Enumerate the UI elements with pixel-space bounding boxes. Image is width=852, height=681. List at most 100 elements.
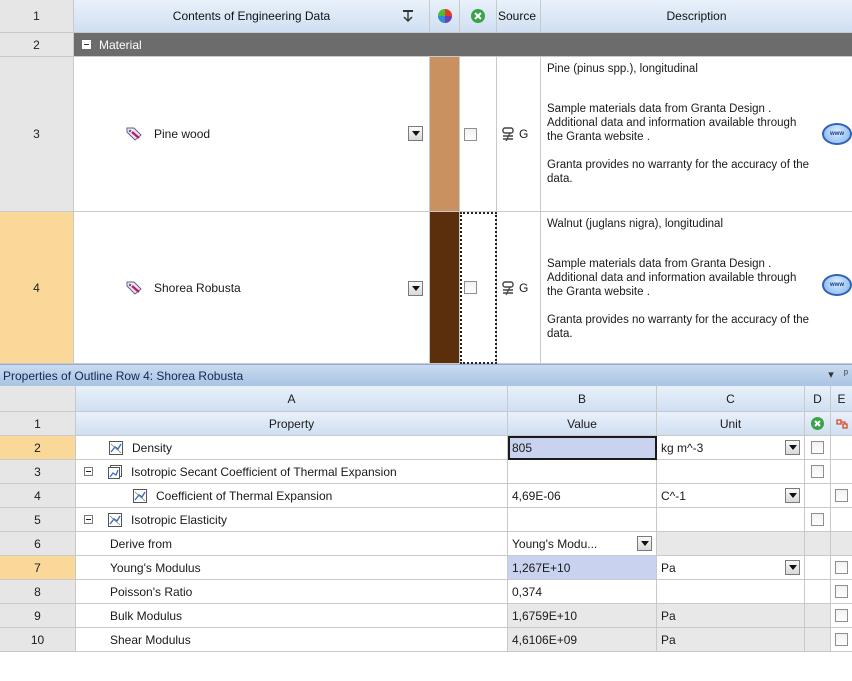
material-dropdown-button[interactable] (408, 126, 423, 141)
property-row-derive-from[interactable]: 6 Derive from Young's Modu... (0, 532, 852, 556)
suppress-checkbox[interactable] (811, 465, 824, 478)
parameter-cell[interactable] (831, 628, 852, 652)
property-unit-cell[interactable]: C^-1 (657, 484, 805, 508)
pin-icon[interactable]: ᵖ (844, 368, 848, 381)
suppress-checkbox[interactable] (464, 281, 477, 294)
collapse-icon[interactable] (84, 515, 93, 524)
collapse-icon[interactable] (82, 40, 91, 49)
parameter-checkbox[interactable] (835, 585, 848, 598)
parameter-cell[interactable] (831, 556, 852, 580)
parameter-column-header[interactable] (831, 412, 852, 436)
material-color-swatch[interactable] (430, 57, 460, 212)
property-unit-cell[interactable]: kg m^-3 (657, 436, 805, 460)
property-value-cell[interactable] (508, 508, 657, 532)
unit-dropdown-button[interactable] (785, 440, 800, 455)
unit-text: Pa (661, 560, 676, 575)
property-value-cell[interactable]: 4,69E-06 (508, 484, 657, 508)
column-letter-c[interactable]: C (657, 386, 805, 412)
column-header-color[interactable] (430, 0, 460, 33)
material-name-cell[interactable]: Shorea Robusta (74, 212, 430, 364)
property-value-cell[interactable]: 1,267E+10 (508, 556, 657, 580)
property-name-cell[interactable]: Isotropic Secant Coefficient of Thermal … (76, 460, 508, 484)
unit-dropdown-button[interactable] (785, 488, 800, 503)
property-unit-cell: Pa (657, 628, 805, 652)
property-column-header[interactable]: Property (76, 412, 508, 436)
unit-dropdown-button[interactable] (785, 560, 800, 575)
www-link-icon[interactable]: www (822, 274, 852, 296)
source-cell[interactable]: G (497, 212, 541, 364)
material-row-shorea-robusta[interactable]: 4 Shorea Robusta G Walnut (juglans nigra… (0, 212, 852, 364)
row-number: 6 (0, 532, 76, 556)
property-row-shear-modulus[interactable]: 10 Shear Modulus 4,6106E+09 Pa (0, 628, 852, 652)
derive-from-value: Young's Modu... (512, 536, 598, 551)
column-letter-a[interactable]: A (76, 386, 508, 412)
collapse-icon[interactable] (84, 467, 93, 476)
suppress-x-icon (811, 417, 824, 430)
parameter-checkbox[interactable] (835, 489, 848, 502)
parameter-cell[interactable] (831, 580, 852, 604)
derive-from-select[interactable]: Young's Modu... (508, 532, 657, 556)
sort-icon[interactable] (401, 9, 415, 23)
column-header-suppress[interactable] (460, 0, 497, 33)
parameter-checkbox[interactable] (835, 561, 848, 574)
parameter-cell[interactable] (831, 436, 852, 460)
parameter-cell (831, 460, 852, 484)
suppress-cell[interactable] (805, 508, 831, 532)
suppress-cell[interactable] (805, 460, 831, 484)
property-name-cell[interactable]: Density (76, 436, 508, 460)
www-link-icon[interactable]: www (822, 123, 852, 145)
property-value-cell[interactable] (508, 460, 657, 484)
property-row-youngs-modulus[interactable]: 7 Young's Modulus 1,267E+10 Pa (0, 556, 852, 580)
column-letter-e[interactable]: E (831, 386, 852, 412)
property-row-cte[interactable]: 4 Coefficient of Thermal Expansion 4,69E… (0, 484, 852, 508)
material-color-swatch[interactable] (430, 212, 460, 364)
suppress-cell[interactable] (460, 212, 497, 364)
property-value-cell[interactable]: 805 (508, 436, 657, 460)
suppress-cell[interactable] (460, 57, 497, 212)
material-dropdown-button[interactable] (408, 281, 423, 296)
column-letter-b[interactable]: B (508, 386, 657, 412)
column-letters-row: A B C D E (0, 386, 852, 412)
value-column-header[interactable]: Value (508, 412, 657, 436)
derive-from-dropdown-button[interactable] (637, 536, 652, 551)
property-row-poissons-ratio[interactable]: 8 Poisson's Ratio 0,374 (0, 580, 852, 604)
material-name-cell[interactable]: Pine wood (74, 57, 430, 212)
source-text: G (519, 127, 529, 141)
description-line: Granta provides no warranty for the accu… (547, 314, 810, 340)
property-row-density[interactable]: 2 Density 805 kg m^-3 (0, 436, 852, 460)
suppress-checkbox[interactable] (811, 441, 824, 454)
unit-column-header[interactable]: Unit (657, 412, 805, 436)
column-header-source[interactable]: Source (497, 0, 541, 33)
suppress-cell[interactable] (805, 436, 831, 460)
property-unit-cell[interactable]: Pa (657, 556, 805, 580)
column-header-contents[interactable]: Contents of Engineering Data (74, 0, 430, 33)
suppress-column-header[interactable] (805, 412, 831, 436)
suppress-checkbox[interactable] (464, 127, 477, 141)
properties-grid: A B C D E 1 Property Value Unit 2 Densit… (0, 386, 852, 652)
properties-panel-title: Properties of Outline Row 4: Shorea Robu… (3, 368, 244, 383)
panel-menu-dropdown-icon[interactable]: ▾ (828, 368, 834, 381)
parameter-cell[interactable] (831, 484, 852, 508)
suppress-x-icon (471, 9, 485, 23)
property-name-cell[interactable]: Coefficient of Thermal Expansion (76, 484, 508, 508)
property-name: Derive from (110, 536, 173, 551)
parameter-checkbox[interactable] (835, 609, 848, 622)
material-row-pine-wood[interactable]: 3 Pine wood G Pine (pinus spp.), longitu… (0, 57, 852, 212)
suppress-checkbox[interactable] (811, 513, 824, 526)
property-name-cell[interactable]: Isotropic Elasticity (76, 508, 508, 532)
material-group-row[interactable]: 2 Material (0, 33, 852, 57)
parameter-checkbox[interactable] (835, 633, 848, 646)
property-row-isotropic-secant-cte[interactable]: 3 Isotropic Secant Coefficient of Therma… (0, 460, 852, 484)
property-row-isotropic-elasticity[interactable]: 5 Isotropic Elasticity (0, 508, 852, 532)
parameter-cell[interactable] (831, 604, 852, 628)
property-row-bulk-modulus[interactable]: 9 Bulk Modulus 1,6759E+10 Pa (0, 604, 852, 628)
property-value-cell[interactable]: 0,374 (508, 580, 657, 604)
property-name: Young's Modulus (110, 560, 201, 575)
material-tag-icon (126, 127, 142, 141)
material-tag-icon (126, 281, 142, 295)
property-name-cell: Bulk Modulus (76, 604, 508, 628)
material-group-header[interactable]: Material (74, 33, 852, 57)
column-header-description[interactable]: Description (541, 0, 852, 33)
column-letter-d[interactable]: D (805, 386, 831, 412)
source-cell[interactable]: G (497, 57, 541, 212)
